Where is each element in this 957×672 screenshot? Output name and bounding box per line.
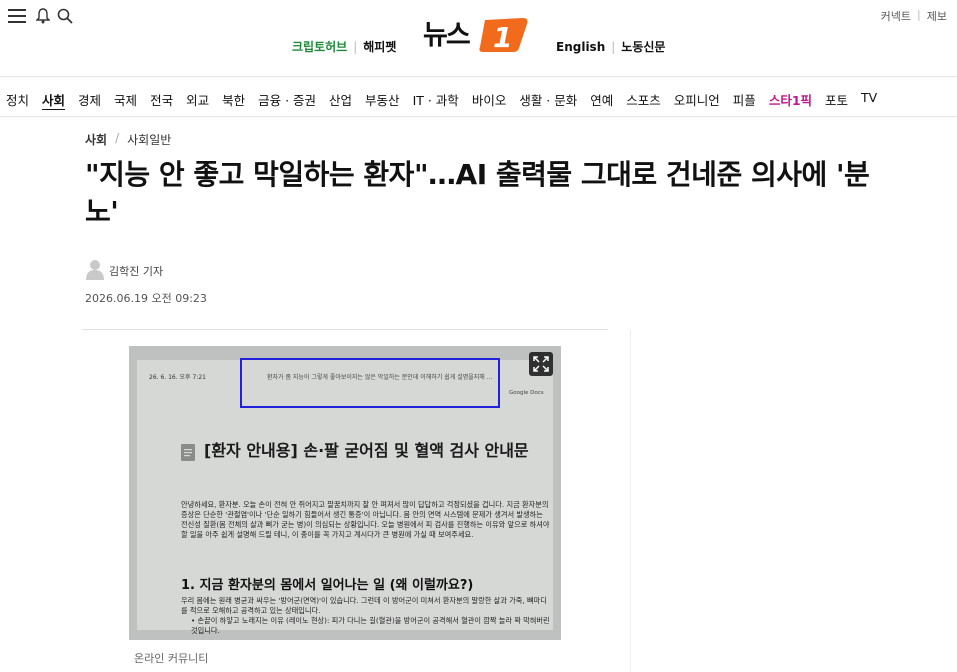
doc-date: 26. 6. 16. 오후 7:21: [149, 374, 206, 381]
article-date: 2026.06.19 오전 09:23: [85, 292, 207, 305]
sidebar-divider: [630, 330, 631, 672]
breadcrumb-separator: /: [115, 131, 120, 145]
avatar: [85, 258, 105, 283]
left-sub-links: 크립토허브 | 해피펫: [292, 38, 396, 55]
search-icon[interactable]: [56, 7, 74, 25]
report-link[interactable]: 제보: [927, 8, 947, 24]
nav-item-star-pick[interactable]: 스타1픽: [769, 90, 812, 109]
doc-paragraph-2: 우리 몸에는 원래 병균과 싸우는 '방어군(면역)'이 있습니다. 그런데 이…: [181, 596, 551, 636]
nav-item-industry[interactable]: 산업: [329, 90, 352, 109]
breadcrumb-society[interactable]: 사회: [85, 131, 107, 148]
nav-item-real-estate[interactable]: 부동산: [365, 90, 400, 109]
nav-item-national[interactable]: 전국: [150, 90, 173, 109]
separator: |: [917, 8, 921, 21]
doc-title: [환자 안내용] 손·팔 굳어짐 및 혈액 검사 안내문: [204, 441, 529, 460]
crypto-hub-link[interactable]: 크립토허브: [292, 38, 347, 55]
bell-icon[interactable]: [35, 7, 51, 25]
nav-item-photo[interactable]: 포토: [825, 90, 848, 109]
nav-item-finance[interactable]: 금융 · 증권: [258, 90, 316, 109]
nav-divider: [0, 116, 957, 117]
news1-logo[interactable]: 뉴스 1: [423, 14, 533, 54]
nav-item-opinion[interactable]: 오피니언: [674, 90, 720, 109]
svg-text:1: 1: [493, 21, 512, 54]
nodong-link[interactable]: 노동신문: [621, 38, 665, 55]
main-nav: 정치 사회 경제 국제 전국 외교 북한 금융 · 증권 산업 부동산 IT ·…: [6, 90, 890, 109]
breadcrumb-society-general[interactable]: 사회일반: [127, 131, 171, 148]
doc-heading-2: 1. 지금 환자분의 몸에서 일어나는 일 (왜 이럴까요?): [181, 578, 474, 593]
nav-item-entertainment[interactable]: 연예: [590, 90, 613, 109]
separator: |: [353, 39, 358, 54]
english-link[interactable]: English: [556, 40, 605, 54]
header-divider: [0, 76, 957, 77]
nav-item-politics[interactable]: 정치: [6, 90, 29, 109]
doc-source: Google Docs: [509, 390, 544, 396]
right-sub-links: English | 노동신문: [556, 38, 665, 55]
menu-icon[interactable]: [6, 6, 28, 26]
doc-paragraph-2-text: 우리 몸에는 원래 병균과 싸우는 '방어군(면역)'이 있습니다. 그런데 이…: [181, 596, 547, 615]
nav-item-north-korea[interactable]: 북한: [222, 90, 245, 109]
nav-item-sports[interactable]: 스포츠: [626, 90, 661, 109]
nav-item-diplomacy[interactable]: 외교: [186, 90, 209, 109]
nav-item-tv[interactable]: TV: [861, 90, 877, 109]
top-utility-links: 커넥트 | 제보: [881, 8, 947, 24]
author-name[interactable]: 김학진 기자: [109, 263, 163, 279]
separator: |: [611, 39, 616, 54]
happy-pet-link[interactable]: 해피펫: [363, 38, 396, 55]
article-author: 김학진 기자: [85, 258, 163, 283]
breadcrumb: 사회 / 사회일반: [85, 131, 171, 148]
doc-bullet: • 손끝이 하얗고 노래지는 이유 (레이노 현상): 피가 다니는 길(혈관)…: [191, 616, 550, 635]
nav-item-economy[interactable]: 경제: [78, 90, 101, 109]
svg-text:뉴스: 뉴스: [423, 20, 470, 51]
article-divider: [82, 329, 608, 330]
doc-paragraph-1: 안녕하세요, 환자분. 오늘 손이 전혀 안 쥐어지고 팔꿈치까지 잘 안 펴져…: [181, 500, 550, 539]
nav-item-society[interactable]: 사회: [42, 90, 65, 109]
nav-item-bio[interactable]: 바이오: [472, 90, 507, 109]
photo-caption: 온라인 커뮤니티: [134, 652, 209, 665]
article-title: "지능 안 좋고 막일하는 환자"…AI 출력물 그대로 건네준 의사에 '분노…: [85, 158, 870, 228]
nav-item-life-culture[interactable]: 생활 · 문화: [519, 90, 577, 109]
highlight-box: [240, 358, 500, 408]
expand-icon[interactable]: [529, 352, 553, 376]
nav-item-world[interactable]: 국제: [114, 90, 137, 109]
nav-item-it-science[interactable]: IT · 과학: [413, 90, 459, 109]
connect-link[interactable]: 커넥트: [881, 8, 911, 24]
nav-item-people[interactable]: 피플: [733, 90, 756, 109]
